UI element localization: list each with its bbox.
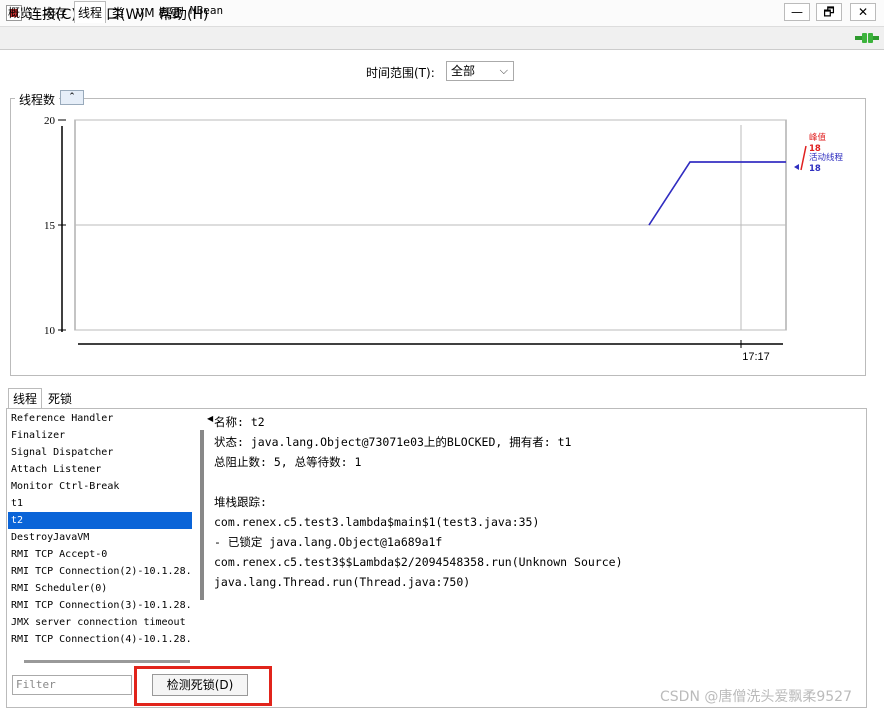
detail-line: 堆栈跟踪: (214, 495, 267, 509)
thread-list-item[interactable]: RMI TCP Accept-0 (8, 546, 192, 563)
thread-list-item[interactable]: Monitor Ctrl-Break (8, 478, 192, 495)
x-tick-label: 17:17 (742, 351, 770, 363)
thread-list-item[interactable]: RMI TCP Connection(3)-10.1.28. (8, 597, 192, 614)
thread-list-item[interactable]: Attach Listener (8, 461, 192, 478)
detail-line: com.renex.c5.test3$$Lambda$2/2094548358.… (214, 555, 623, 569)
detail-line: java.lang.Thread.run(Thread.java:750) (214, 575, 471, 589)
legend-series-name: 活动线程 (809, 152, 844, 163)
y-tick-label: 10 (44, 325, 56, 337)
thread-list-item[interactable]: Signal Dispatcher (8, 444, 192, 461)
thread-list[interactable]: Reference Handler Finalizer Signal Dispatc… (8, 410, 192, 660)
splitter-arrow-icon[interactable]: ◀ (207, 414, 213, 423)
peak-indicator (800, 145, 807, 171)
detail-line: 名称: t2 (214, 415, 265, 429)
detail-line: - 已锁定 java.lang.Object@1a689a1f (214, 535, 443, 549)
y-tick-label: 15 (44, 220, 56, 232)
thread-list-item[interactable]: DestroyJavaVM (8, 529, 192, 546)
detail-line: com.renex.c5.test3.lambda$main$1(test3.j… (214, 515, 540, 529)
thread-list-item[interactable]: t1 (8, 495, 192, 512)
thread-list-hscrollbar[interactable] (24, 660, 190, 663)
thread-list-scrollbar[interactable] (197, 410, 207, 660)
filter-input[interactable]: Filter (12, 675, 132, 695)
detail-line (214, 472, 864, 492)
thread-list-item[interactable]: RMI TCP Connection(2)-10.1.28. (8, 563, 192, 580)
highlight-box (134, 666, 272, 706)
thread-list-item[interactable]: RMI TCP Connection(4)-10.1.28. (8, 631, 192, 648)
tab-thread-list[interactable]: 线程 (8, 388, 43, 408)
live-indicator-icon (794, 164, 799, 170)
y-tick-label: 20 (44, 115, 56, 127)
detail-line: 状态: java.lang.Object@73071e03上的BLOCKED, … (214, 435, 572, 449)
thread-list-item[interactable]: Reference Handler (8, 410, 192, 427)
tab-deadlock[interactable]: 死锁 (48, 390, 72, 407)
watermark: CSDN @唐僧洗头爱飘柔9527 (660, 689, 852, 705)
thread-list-item[interactable]: RMI Scheduler(0) (8, 580, 192, 597)
thread-detail-text: 名称: t2 状态: java.lang.Object@73071e03上的BLO… (214, 412, 864, 662)
thread-list-item[interactable]: t2 (8, 512, 192, 529)
thread-count-chart: 10152017:17峰值18活动线程18 (44, 115, 844, 363)
legend-series-name: 峰值 (809, 132, 827, 143)
legend-series-value: 18 (809, 164, 821, 174)
thread-list-item[interactable]: JMX server connection timeout (8, 614, 192, 631)
detail-line: 总阻止数: 5, 总等待数: 1 (214, 455, 362, 469)
thread-list-item[interactable]: Finalizer (8, 427, 192, 444)
